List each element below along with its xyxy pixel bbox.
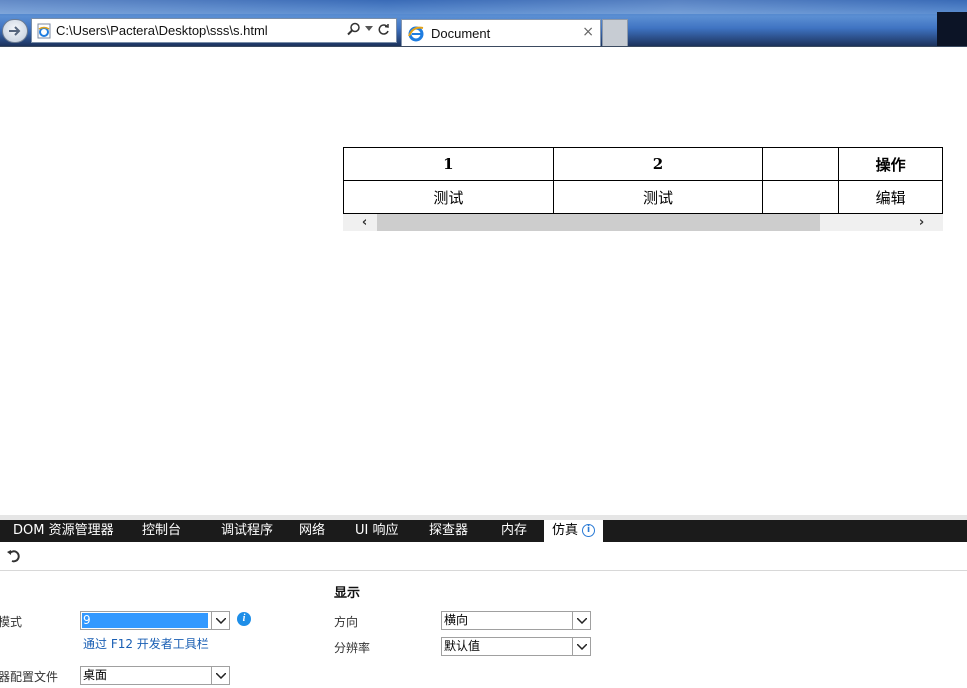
mode-label: 模式 [0,615,23,629]
scrollbar-thumb[interactable] [377,214,820,231]
scroll-left-icon[interactable]: ‹ [356,214,373,231]
edit-link[interactable]: 编辑 [838,180,943,214]
chrome-divider [0,46,967,47]
tab-dom-explorer[interactable]: DOM 资源管理器 [13,520,114,542]
table-header-cell: 1 [343,147,554,181]
ie-icon [408,26,424,42]
address-tools [347,22,390,36]
horizontal-scrollbar[interactable]: ‹ › [343,214,943,231]
info-icon[interactable]: i [582,524,596,537]
table-cell: 测试 [343,180,554,214]
data-table: 1 2 操作 测试 测试 编辑 [343,147,943,214]
display-heading: 显示 [334,586,361,601]
address-url[interactable]: C:\Users\Pactera\Desktop\sss\s.html [56,23,268,38]
tab-ui-responsiveness[interactable]: UI 响应 [355,520,398,542]
new-tab-button[interactable] [602,19,628,46]
mode-value: 9 [82,613,208,628]
tab-network[interactable]: 网络 [299,520,325,542]
info-icon[interactable]: i [237,612,251,626]
arrow-right-icon [9,26,21,36]
f12-toolbar-link[interactable]: 通过 F12 开发者工具栏 [83,635,209,652]
reset-icon[interactable] [6,548,22,568]
search-icon[interactable] [347,22,361,36]
chevron-down-icon[interactable] [572,638,590,655]
titlebar-glare [0,0,967,14]
browser-tab[interactable]: Document × [401,19,601,46]
table-header-cell: 操作 [838,147,943,181]
table-header-row: 1 2 操作 [343,147,943,181]
chevron-down-icon[interactable] [211,667,229,684]
tab-emulation[interactable]: 仿真 i [544,520,604,542]
table-scroll-container[interactable]: 1 2 操作 测试 测试 编辑 ‹ › [343,147,943,231]
resolution-select[interactable]: 默认值 [441,637,591,656]
table-header-cell [762,147,840,181]
table-header-cell: 2 [552,147,764,181]
tab-memory[interactable]: 内存 [501,520,527,542]
devtools-tabbar: DOM 资源管理器 控制台 调试程序 网络 UI 响应 探查器 内存 仿真 i [0,520,967,542]
resolution-label: 分辨率 [334,641,371,655]
tab-emulation-label: 仿真 [552,523,579,538]
forward-button[interactable] [2,19,28,43]
scroll-right-icon[interactable]: › [913,214,930,231]
chevron-down-icon[interactable] [572,612,590,629]
table-cell: 测试 [552,180,764,214]
tab-debugger[interactable]: 调试程序 [221,520,273,542]
table-row: 测试 测试 编辑 [343,180,943,214]
titlebar-edge [937,12,967,47]
resolution-value: 默认值 [444,639,481,653]
tab-title: Document [431,25,491,41]
table-cell [762,180,840,214]
devtools-toolbar [0,542,967,571]
orientation-select[interactable]: 横向 [441,611,591,630]
devtools-panel: DOM 资源管理器 控制台 调试程序 网络 UI 响应 探查器 内存 仿真 i 显… [0,515,967,688]
refresh-icon[interactable] [377,23,390,36]
tab-console[interactable]: 控制台 [142,520,181,542]
page-icon [37,23,51,38]
orientation-label: 方向 [334,615,359,629]
dropdown-arrow-icon[interactable] [365,26,373,32]
orientation-value: 横向 [444,613,469,627]
address-bar[interactable]: C:\Users\Pactera\Desktop\sss\s.html [31,18,397,43]
document-mode-select[interactable]: 9 [80,611,230,630]
chevron-down-icon[interactable] [211,612,229,629]
browser-profile-select[interactable]: 桌面 [80,666,230,685]
profile-value: 桌面 [83,668,108,682]
tab-close-icon[interactable]: × [582,24,594,40]
profile-label: 器配置文件 [0,670,59,684]
tab-profiler[interactable]: 探查器 [429,520,468,542]
browser-chrome: C:\Users\Pactera\Desktop\sss\s.html Docu… [0,0,967,47]
